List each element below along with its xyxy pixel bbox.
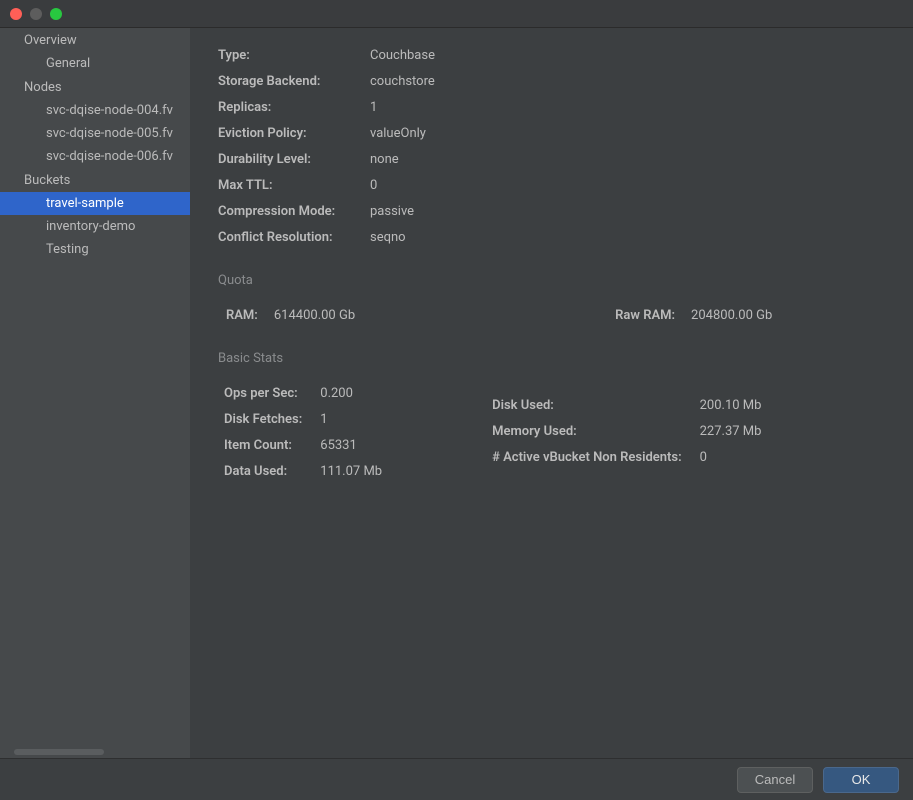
disk-used-value: 200.10 Mb: [700, 398, 762, 413]
stats-left-column: Ops per Sec: 0.200 Disk Fetches: 1 Item …: [224, 386, 382, 479]
stats-row: Ops per Sec: 0.200 Disk Fetches: 1 Item …: [218, 386, 885, 479]
disk-fetches-label: Disk Fetches:: [224, 412, 302, 427]
sidebar-item-overview[interactable]: Overview: [0, 28, 190, 52]
ok-button[interactable]: OK: [823, 767, 899, 793]
quota-row: RAM: 614400.00 Gb Raw RAM: 204800.00 Gb: [218, 308, 885, 323]
properties-grid: Type: Couchbase Storage Backend: couchst…: [218, 48, 885, 245]
window-zoom-button[interactable]: [50, 8, 62, 20]
quota-ram: RAM: 614400.00 Gb: [226, 308, 355, 323]
stats-section-title: Basic Stats: [218, 351, 885, 366]
dialog-footer: Cancel OK: [0, 758, 913, 800]
sidebar: Overview General Nodes svc-dqise-node-00…: [0, 28, 190, 758]
sidebar-horizontal-scrollbar-thumb[interactable]: [14, 749, 104, 755]
quota-ram-value: 614400.00 Gb: [274, 308, 355, 323]
quota-ram-label: RAM:: [226, 308, 258, 323]
content-area: Overview General Nodes svc-dqise-node-00…: [0, 28, 913, 758]
durability-level-value: none: [370, 152, 885, 167]
sidebar-scroll: Overview General Nodes svc-dqise-node-00…: [0, 28, 190, 746]
sidebar-item-general[interactable]: General: [0, 52, 190, 75]
max-ttl-value: 0: [370, 178, 885, 193]
storage-backend-value: couchstore: [370, 74, 885, 89]
quota-raw-ram-value: 204800.00 Gb: [691, 308, 772, 323]
stats-right-column: Disk Used: 200.10 Mb Memory Used: 227.37…: [492, 398, 761, 465]
eviction-policy-value: valueOnly: [370, 126, 885, 141]
replicas-value: 1: [370, 100, 885, 115]
item-count-label: Item Count:: [224, 438, 302, 453]
disk-used-label: Disk Used:: [492, 398, 682, 413]
main-panel: Type: Couchbase Storage Backend: couchst…: [190, 28, 913, 758]
active-vbucket-value: 0: [700, 450, 762, 465]
sidebar-horizontal-scrollbar[interactable]: [0, 746, 190, 758]
conflict-resolution-value: seqno: [370, 230, 885, 245]
sidebar-item-inventory-demo[interactable]: inventory-demo: [0, 215, 190, 238]
active-vbucket-label: # Active vBucket Non Residents:: [492, 450, 682, 465]
ops-per-sec-label: Ops per Sec:: [224, 386, 302, 401]
disk-fetches-value: 1: [320, 412, 382, 427]
max-ttl-label: Max TTL:: [218, 178, 370, 193]
eviction-policy-label: Eviction Policy:: [218, 126, 370, 141]
ops-per-sec-value: 0.200: [320, 386, 382, 401]
sidebar-item-node-006[interactable]: svc-dqise-node-006.fv: [0, 145, 190, 168]
sidebar-item-travel-sample[interactable]: travel-sample: [0, 192, 190, 215]
quota-section-title: Quota: [218, 273, 885, 288]
sidebar-item-buckets[interactable]: Buckets: [0, 168, 190, 192]
data-used-value: 111.07 Mb: [320, 464, 382, 479]
type-label: Type:: [218, 48, 370, 63]
sidebar-item-node-004[interactable]: svc-dqise-node-004.fv: [0, 99, 190, 122]
data-used-label: Data Used:: [224, 464, 302, 479]
sidebar-item-nodes[interactable]: Nodes: [0, 75, 190, 99]
memory-used-value: 227.37 Mb: [700, 424, 762, 439]
conflict-resolution-label: Conflict Resolution:: [218, 230, 370, 245]
replicas-label: Replicas:: [218, 100, 370, 115]
sidebar-item-node-005[interactable]: svc-dqise-node-005.fv: [0, 122, 190, 145]
storage-backend-label: Storage Backend:: [218, 74, 370, 89]
compression-mode-label: Compression Mode:: [218, 204, 370, 219]
quota-raw-ram-label: Raw RAM:: [615, 308, 675, 323]
type-value: Couchbase: [370, 48, 885, 63]
cancel-button[interactable]: Cancel: [737, 767, 813, 793]
dialog-window: Overview General Nodes svc-dqise-node-00…: [0, 0, 913, 800]
stats-right-wrap: Disk Used: 200.10 Mb Memory Used: 227.37…: [492, 386, 761, 479]
window-minimize-button[interactable]: [30, 8, 42, 20]
memory-used-label: Memory Used:: [492, 424, 682, 439]
durability-level-label: Durability Level:: [218, 152, 370, 167]
compression-mode-value: passive: [370, 204, 885, 219]
window-close-button[interactable]: [10, 8, 22, 20]
titlebar: [0, 0, 913, 28]
quota-raw-ram: Raw RAM: 204800.00 Gb: [615, 308, 772, 323]
sidebar-item-testing[interactable]: Testing: [0, 238, 190, 261]
item-count-value: 65331: [320, 438, 382, 453]
